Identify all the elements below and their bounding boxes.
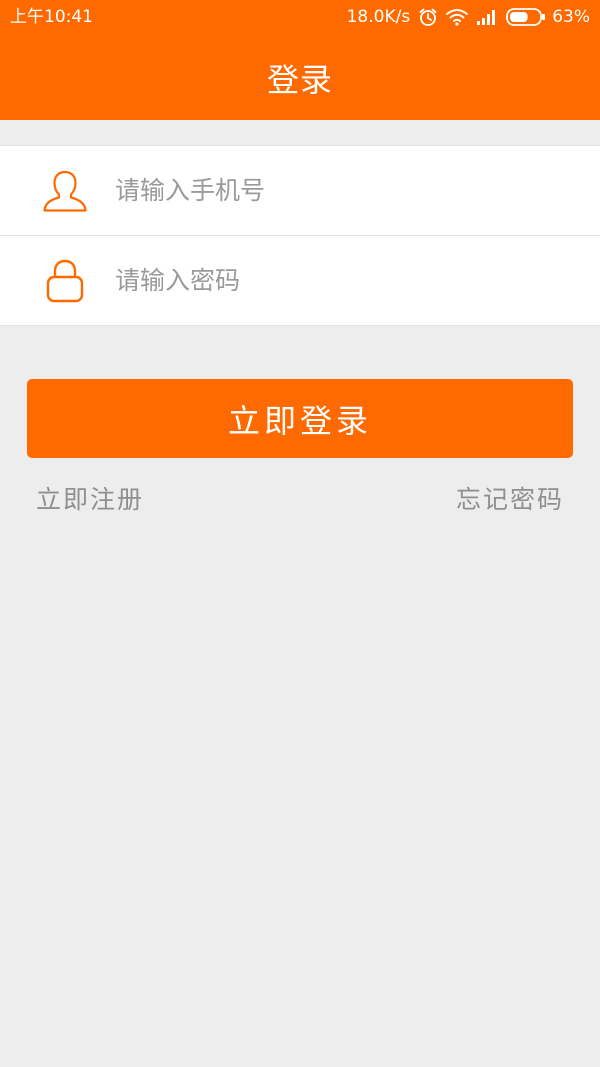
password-input[interactable] [115, 236, 575, 325]
battery-percent: 63% [552, 7, 590, 27]
page-title: 登录 [266, 61, 333, 99]
login-button[interactable]: 立即登录 [27, 379, 573, 458]
phone-row [0, 146, 600, 235]
forgot-password-link[interactable]: 忘记密码 [456, 480, 564, 516]
wifi-icon [446, 8, 469, 26]
alarm-icon [418, 7, 438, 27]
status-indicators: 18.0K/s 63% [347, 7, 590, 27]
phone-input[interactable] [115, 146, 575, 235]
battery-indicator: 63% [506, 7, 590, 27]
lock-icon [40, 256, 90, 306]
status-bar: 上午10:41 18.0K/s 63% [0, 0, 600, 36]
password-row [0, 235, 600, 325]
header: 登录 [0, 36, 600, 120]
battery-icon [506, 8, 546, 26]
status-time: 上午10:41 [10, 7, 93, 27]
login-form [0, 145, 600, 326]
signal-icon [476, 8, 498, 26]
register-link[interactable]: 立即注册 [36, 480, 144, 516]
user-icon [40, 166, 90, 216]
network-speed: 18.0K/s [346, 7, 411, 27]
login-page: 上午10:41 18.0K/s 63% 登录 请输入手机号 立即登录 立即注册 … [0, 0, 600, 1067]
